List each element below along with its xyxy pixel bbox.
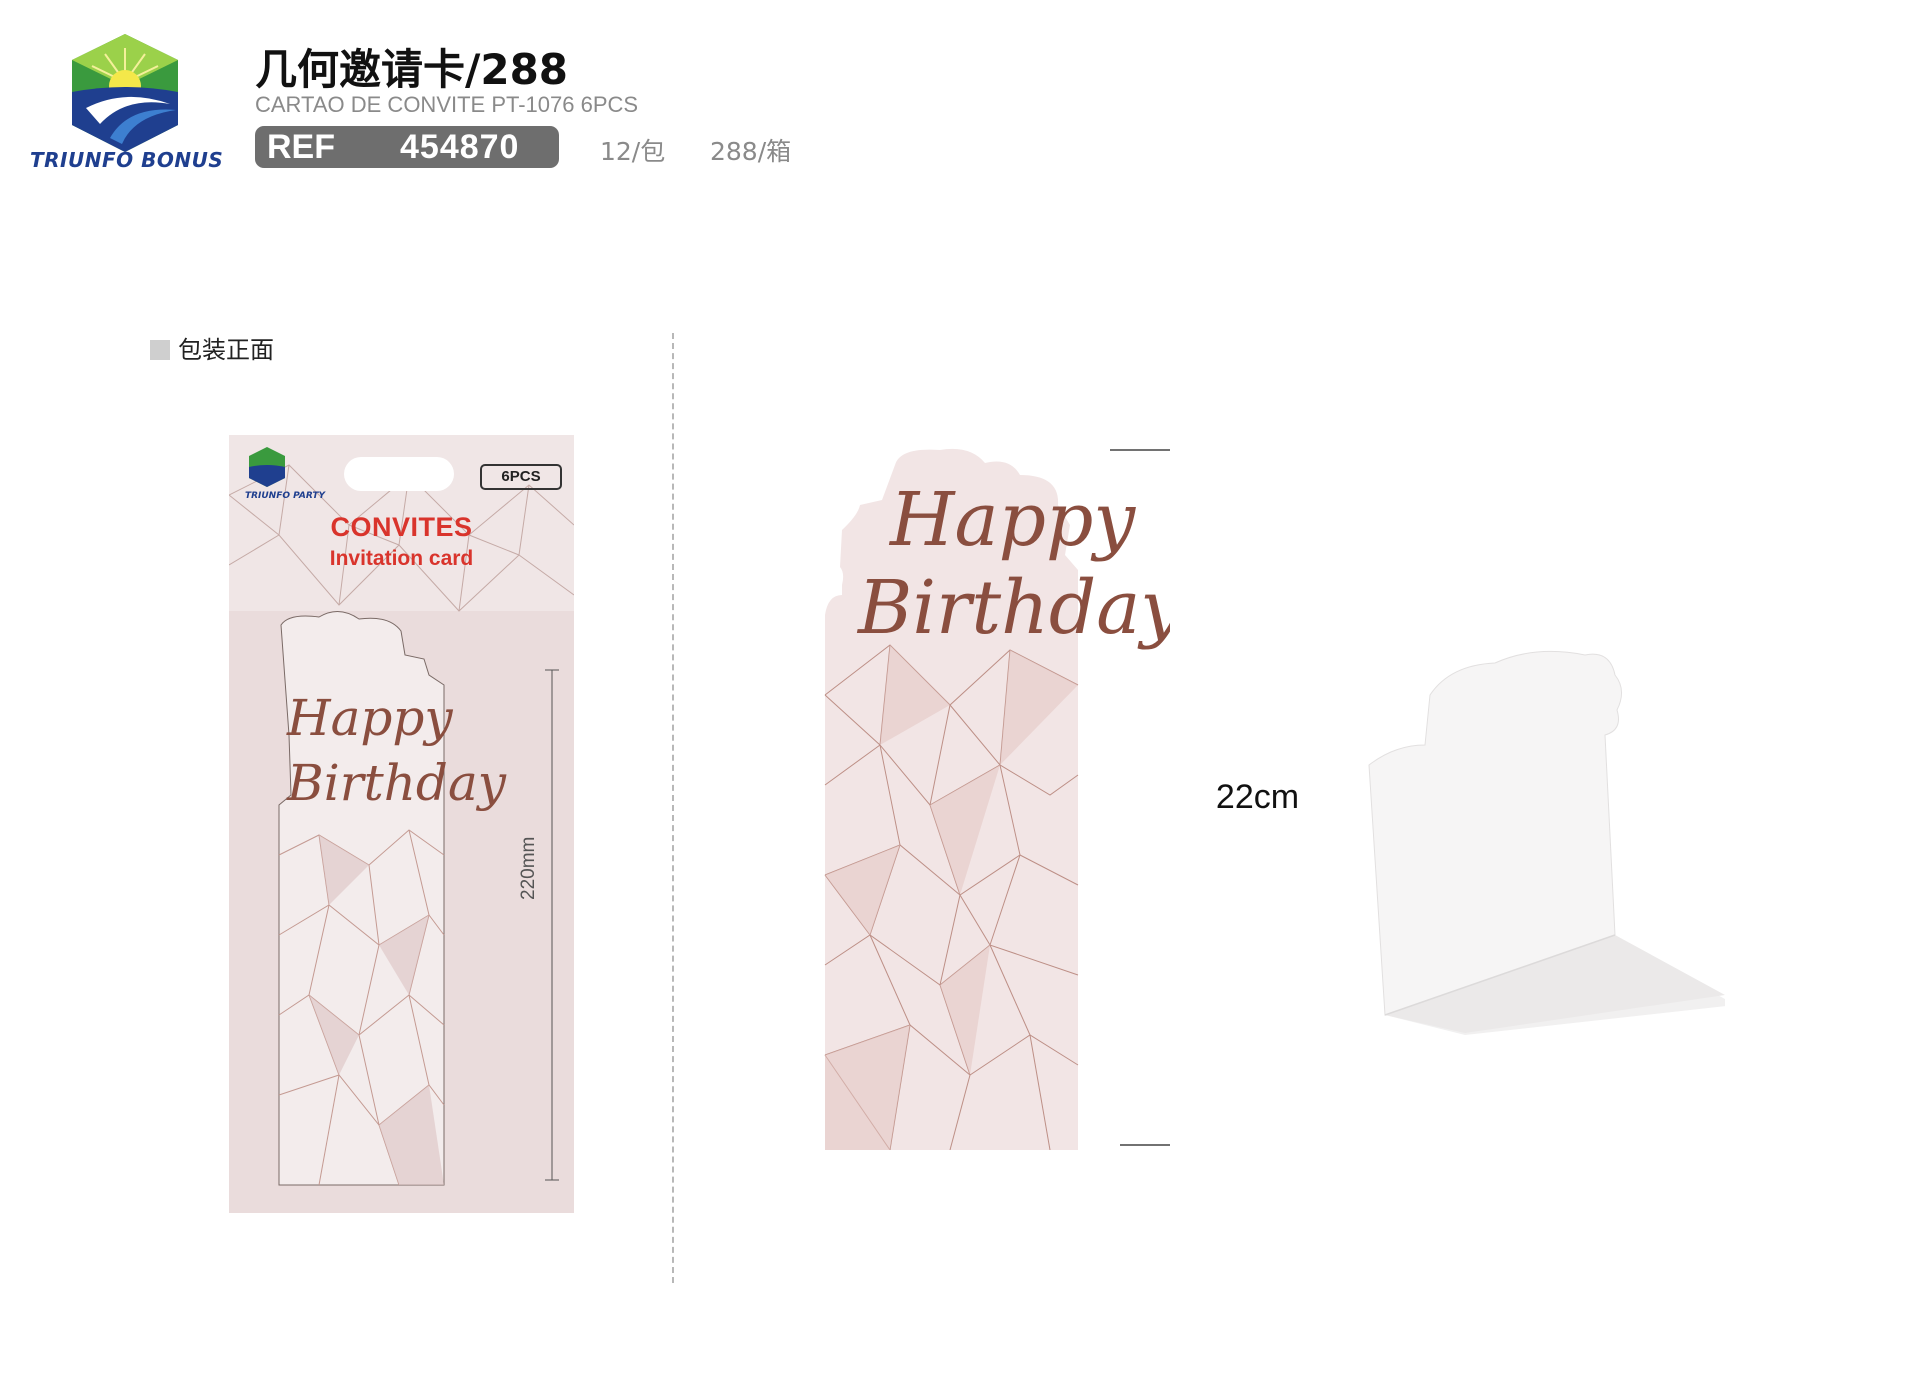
package-brand: TRIUNFO PARTY (244, 491, 326, 501)
card-dimension-label: 22cm (1195, 778, 1320, 817)
package-subtitle: Invitation card (329, 547, 474, 570)
package-count-badge: 6PCS (480, 464, 562, 490)
section-marker-icon (150, 340, 170, 360)
pack-quantity: 12/包 (600, 137, 666, 166)
card-birthday: Birthday (856, 565, 1170, 651)
section-label: 包装正面 (150, 330, 274, 365)
product-title: 几何邀请卡/288 (255, 45, 569, 94)
package-card-birthday: Birthday (286, 754, 507, 812)
section-label-text: 包装正面 (178, 336, 274, 364)
invitation-card-image: Happy Birthday (824, 448, 1170, 1150)
box-quantity: 288/箱 (710, 137, 792, 166)
card-folded-image (1368, 650, 1725, 1035)
package-card-happy: Happy (286, 689, 453, 747)
section-divider (672, 333, 674, 1283)
ref-badge: REF 454870 (255, 126, 559, 168)
ref-number: 454870 (400, 128, 520, 166)
brand-name: TRIUNFO BONUS (30, 148, 224, 172)
ref-label: REF (267, 128, 335, 166)
package-label: CONVITES Invitation card (229, 512, 574, 571)
package-title: CONVITES (330, 512, 473, 542)
package-dimension: 220mm (518, 836, 539, 900)
product-subtitle: CARTAO DE CONVITE PT-1076 6PCS (255, 92, 639, 117)
card-happy: Happy (888, 477, 1136, 563)
